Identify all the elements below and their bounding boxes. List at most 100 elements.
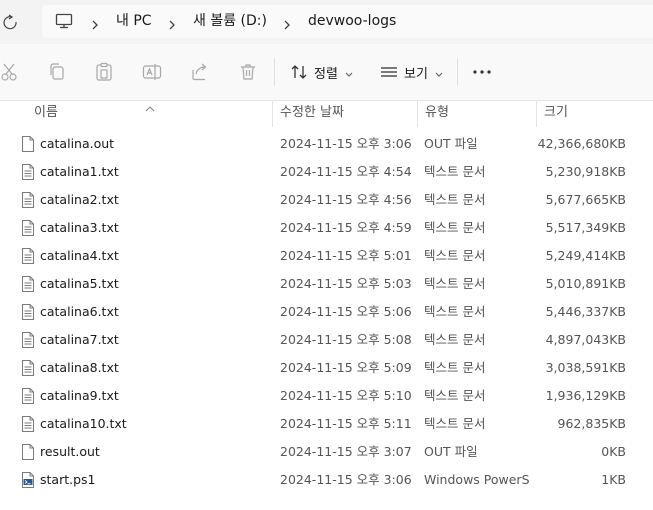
file-modified-date: 2024-11-15 오후 5:01: [280, 248, 412, 263]
command-bar: 정렬 보기: [0, 44, 653, 101]
cut-icon[interactable]: [0, 62, 20, 82]
file-row[interactable]: catalina5.txt 2024-11-15 오후 5:03 텍스트 문서 5,0…: [0, 270, 653, 298]
file-row[interactable]: catalina2.txt 2024-11-15 오후 4:56 텍스트 문서 5,6…: [0, 186, 653, 214]
breadcrumb-item-this-pc[interactable]: 내 PC: [116, 5, 152, 38]
file-size: 5,446,337KB: [545, 304, 626, 319]
file-name: catalina3.txt: [40, 220, 119, 235]
file-size: 0KB: [601, 444, 626, 459]
file-name: catalina2.txt: [40, 192, 119, 207]
column-header-size[interactable]: 크기: [544, 101, 568, 127]
column-header: 이름 수정한 날짜 유형 크기: [0, 101, 653, 127]
chevron-down-icon: [344, 68, 354, 77]
file-type: Windows PowerS...: [424, 472, 530, 487]
file-name: catalina4.txt: [40, 248, 119, 263]
file-row[interactable]: catalina10.txt 2024-11-15 오후 5:11 텍스트 문서 96…: [0, 410, 653, 438]
file-name: catalina6.txt: [40, 304, 119, 319]
file-size: 5,249,414KB: [545, 248, 626, 263]
refresh-icon[interactable]: [0, 13, 22, 33]
file-modified-date: 2024-11-15 오후 5:11: [280, 416, 412, 431]
text-file-icon: [22, 192, 34, 208]
sort-button[interactable]: 정렬: [290, 58, 354, 86]
file-name: catalina5.txt: [40, 276, 119, 291]
file-size: 962,835KB: [557, 416, 626, 431]
file-type: 텍스트 문서: [424, 248, 486, 263]
file-modified-date: 2024-11-15 오후 5:06: [280, 304, 412, 319]
more-options-icon[interactable]: [472, 62, 492, 82]
file-size: 5,230,918KB: [545, 164, 626, 179]
breadcrumb-item-volume-d[interactable]: 새 볼륨 (D:): [193, 5, 267, 38]
file-name: result.out: [40, 444, 100, 459]
text-file-icon: [22, 388, 34, 404]
file-row[interactable]: catalina7.txt 2024-11-15 오후 5:08 텍스트 문서 4,8…: [0, 326, 653, 354]
text-file-icon: [22, 220, 34, 236]
copy-icon[interactable]: [47, 62, 67, 82]
file-row[interactable]: result.out 2024-11-15 오후 3:07 OUT 파일 0KB: [0, 438, 653, 466]
file-type: 텍스트 문서: [424, 276, 486, 291]
file-size: 42,366,680KB: [537, 136, 626, 151]
file-modified-date: 2024-11-15 오후 5:09: [280, 360, 412, 375]
file-type: 텍스트 문서: [424, 164, 486, 179]
file-size: 5,517,349KB: [545, 220, 626, 235]
file-name: catalina9.txt: [40, 388, 119, 403]
file-type: 텍스트 문서: [424, 220, 486, 235]
file-modified-date: 2024-11-15 오후 3:06: [280, 136, 412, 151]
breadcrumb[interactable]: 내 PC 새 볼륨 (D:) devwoo-logs: [42, 5, 653, 38]
file-type: 텍스트 문서: [424, 304, 486, 319]
chevron-right-icon[interactable]: [167, 16, 177, 30]
text-file-icon: [22, 304, 34, 320]
file-type: 텍스트 문서: [424, 360, 486, 375]
file-modified-date: 2024-11-15 오후 3:07: [280, 444, 412, 459]
text-file-icon: [22, 416, 34, 432]
file-modified-date: 2024-11-15 오후 5:08: [280, 332, 412, 347]
column-header-name[interactable]: 이름: [34, 101, 58, 127]
column-divider[interactable]: [417, 101, 418, 127]
file-type: OUT 파일: [424, 136, 478, 151]
view-label: 보기: [404, 66, 428, 82]
file-size: 1KB: [601, 472, 626, 487]
file-row[interactable]: catalina3.txt 2024-11-15 오후 4:59 텍스트 문서 5,5…: [0, 214, 653, 242]
file-modified-date: 2024-11-15 오후 4:59: [280, 220, 412, 235]
file-row[interactable]: catalina.out 2024-11-15 오후 3:06 OUT 파일 42,3…: [0, 130, 653, 158]
sort-ascending-icon: [144, 98, 156, 112]
paste-icon[interactable]: [94, 62, 114, 82]
file-name: catalina7.txt: [40, 332, 119, 347]
toolbar-divider: [274, 58, 275, 86]
file-type: OUT 파일: [424, 444, 478, 459]
file-row[interactable]: catalina9.txt 2024-11-15 오후 5:10 텍스트 문서 1,9…: [0, 382, 653, 410]
sort-icon: [290, 63, 308, 81]
chevron-down-icon: [434, 68, 444, 77]
share-icon[interactable]: [190, 62, 210, 82]
column-divider[interactable]: [536, 101, 537, 127]
chevron-right-icon[interactable]: [90, 16, 100, 30]
sort-label: 정렬: [314, 66, 338, 82]
file-type: 텍스트 문서: [424, 416, 486, 431]
powershell-file-icon: [22, 472, 34, 488]
file-row[interactable]: start.ps1 2024-11-15 오후 3:06 Windows Power…: [0, 466, 653, 494]
file-modified-date: 2024-11-15 오후 4:56: [280, 192, 412, 207]
rename-icon[interactable]: [142, 62, 162, 82]
view-button[interactable]: 보기: [380, 58, 444, 86]
file-modified-date: 2024-11-15 오후 4:54: [280, 164, 412, 179]
file-row[interactable]: catalina4.txt 2024-11-15 오후 5:01 텍스트 문서 5,2…: [0, 242, 653, 270]
view-list-icon: [380, 63, 398, 81]
text-file-icon: [22, 164, 34, 180]
column-header-date[interactable]: 수정한 날짜: [280, 101, 344, 127]
file-row[interactable]: catalina1.txt 2024-11-15 오후 4:54 텍스트 문서 5,2…: [0, 158, 653, 186]
toolbar-divider: [457, 58, 458, 86]
file-row[interactable]: catalina8.txt 2024-11-15 오후 5:09 텍스트 문서 3,0…: [0, 354, 653, 382]
column-divider[interactable]: [272, 101, 273, 127]
file-row[interactable]: catalina6.txt 2024-11-15 오후 5:06 텍스트 문서 5,4…: [0, 298, 653, 326]
file-type: 텍스트 문서: [424, 388, 486, 403]
column-header-type[interactable]: 유형: [425, 101, 449, 127]
file-size: 3,038,591KB: [545, 360, 626, 375]
file-size: 5,010,891KB: [545, 276, 626, 291]
file-modified-date: 2024-11-15 오후 5:03: [280, 276, 412, 291]
file-modified-date: 2024-11-15 오후 5:10: [280, 388, 412, 403]
chevron-right-icon[interactable]: [282, 16, 292, 30]
file-name: catalina8.txt: [40, 360, 119, 375]
breadcrumb-item-devwoo-logs[interactable]: devwoo-logs: [308, 5, 396, 38]
file-name: start.ps1: [40, 472, 96, 487]
this-pc-icon: [55, 13, 73, 33]
file-type: 텍스트 문서: [424, 192, 486, 207]
delete-icon[interactable]: [238, 62, 258, 82]
